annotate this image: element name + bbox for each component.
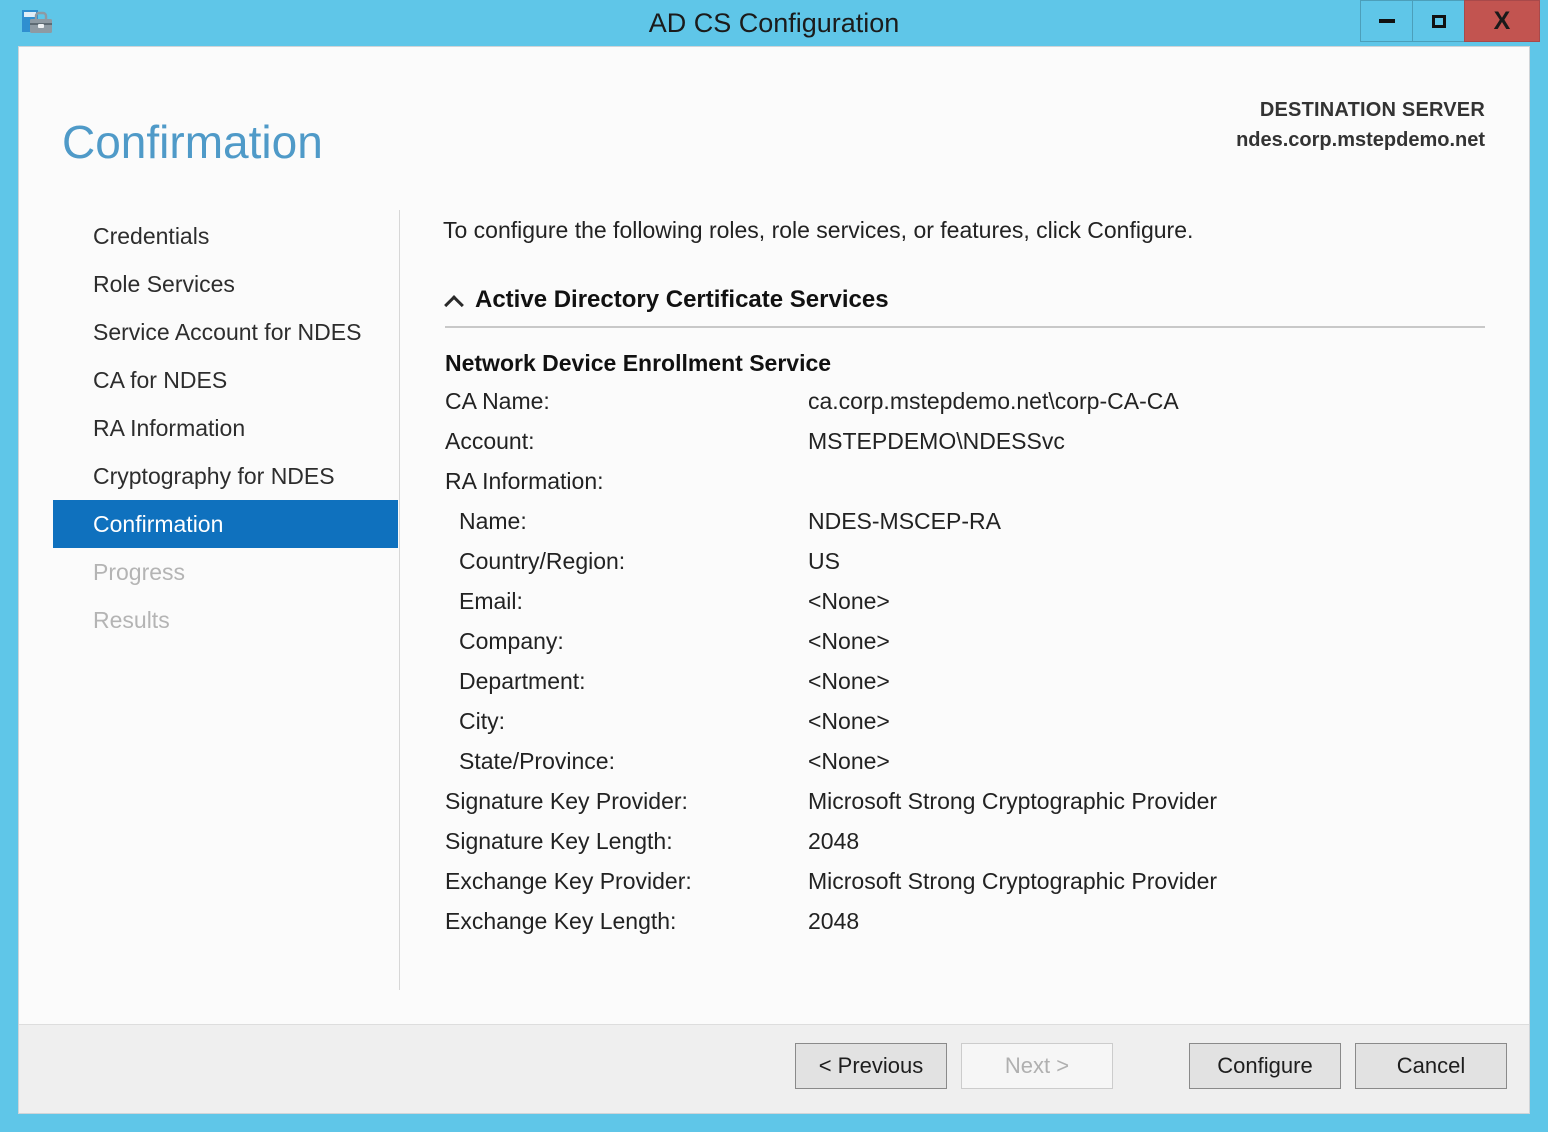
table-row: CA Name: ca.corp.mstepdemo.net\corp-CA-C… [445, 381, 1217, 421]
row-label: City: [445, 701, 808, 741]
table-row: RA Information: [445, 461, 1217, 501]
minimize-icon [1379, 19, 1395, 23]
section-title: Active Directory Certificate Services [475, 286, 889, 314]
configure-button[interactable]: Configure [1189, 1043, 1341, 1089]
footer-button-row: < Previous Next > Configure Cancel [795, 1043, 1507, 1089]
sidebar-item-service-account-for-ndes[interactable]: Service Account for NDES [19, 308, 400, 356]
page-title: Confirmation [62, 115, 323, 169]
sidebar-item-results: Results [19, 596, 400, 644]
cancel-button[interactable]: Cancel [1355, 1043, 1507, 1089]
row-value [808, 461, 1217, 501]
maximize-icon [1432, 15, 1446, 28]
sidebar-item-ra-information[interactable]: RA Information [19, 404, 400, 452]
table-row: Account: MSTEPDEMO\NDESSvc [445, 421, 1217, 461]
row-value: <None> [808, 661, 1217, 701]
row-value: ca.corp.mstepdemo.net\corp-CA-CA [808, 381, 1217, 421]
table-row: Company: <None> [445, 621, 1217, 661]
table-row: Signature Key Length: 2048 [445, 821, 1217, 861]
destination-server-label: DESTINATION SERVER [1236, 95, 1485, 125]
table-row: State/Province: <None> [445, 741, 1217, 781]
row-value: MSTEPDEMO\NDESSvc [808, 421, 1217, 461]
wizard-footer: < Previous Next > Configure Cancel [19, 1024, 1529, 1113]
wizard-panel: Confirmation DESTINATION SERVER ndes.cor… [18, 46, 1530, 1114]
row-label: Email: [445, 581, 808, 621]
row-value: US [808, 541, 1217, 581]
window-controls: X [1361, 0, 1540, 44]
section-header-active-directory-certificate-services[interactable]: Active Directory Certificate Services [443, 286, 1503, 314]
table-row: Email: <None> [445, 581, 1217, 621]
minimize-button[interactable] [1360, 0, 1413, 42]
row-label: Department: [445, 661, 808, 701]
row-label: Account: [445, 421, 808, 461]
row-label: Exchange Key Provider: [445, 861, 808, 901]
wizard-step-nav: Credentials Role Services Service Accoun… [19, 212, 400, 644]
row-value: <None> [808, 741, 1217, 781]
window-title: AD CS Configuration [0, 0, 1548, 46]
row-label: Name: [445, 501, 808, 541]
row-label: Signature Key Length: [445, 821, 808, 861]
table-row: Exchange Key Provider: Microsoft Strong … [445, 861, 1217, 901]
row-value: Microsoft Strong Cryptographic Provider [808, 781, 1217, 821]
sidebar-item-cryptography-for-ndes[interactable]: Cryptography for NDES [19, 452, 400, 500]
row-label: CA Name: [445, 381, 808, 421]
next-button: Next > [961, 1043, 1113, 1089]
section-divider [445, 326, 1485, 328]
row-label: State/Province: [445, 741, 808, 781]
content-area: To configure the following roles, role s… [443, 217, 1503, 941]
table-row: Department: <None> [445, 661, 1217, 701]
close-button[interactable]: X [1464, 0, 1540, 42]
table-row: City: <None> [445, 701, 1217, 741]
row-value: 2048 [808, 821, 1217, 861]
previous-button[interactable]: < Previous [795, 1043, 947, 1089]
maximize-button[interactable] [1412, 0, 1465, 42]
table-row: Signature Key Provider: Microsoft Strong… [445, 781, 1217, 821]
intro-text: To configure the following roles, role s… [443, 217, 1503, 244]
sidebar-item-ca-for-ndes[interactable]: CA for NDES [19, 356, 400, 404]
row-value: Microsoft Strong Cryptographic Provider [808, 861, 1217, 901]
sidebar-divider [399, 210, 400, 990]
table-row: Country/Region: US [445, 541, 1217, 581]
row-label: Signature Key Provider: [445, 781, 808, 821]
row-value: <None> [808, 621, 1217, 661]
row-label: Country/Region: [445, 541, 808, 581]
destination-server-name: ndes.corp.mstepdemo.net [1236, 125, 1485, 155]
row-value: <None> [808, 581, 1217, 621]
row-label: RA Information: [445, 461, 808, 501]
adcs-configuration-window: AD CS Configuration X Confirmation DESTI… [0, 0, 1548, 1132]
sidebar-item-progress: Progress [19, 548, 400, 596]
title-bar: AD CS Configuration X [0, 0, 1548, 46]
sidebar-item-role-services[interactable]: Role Services [19, 260, 400, 308]
row-value: NDES-MSCEP-RA [808, 501, 1217, 541]
destination-server-block: DESTINATION SERVER ndes.corp.mstepdemo.n… [1236, 95, 1485, 155]
row-label: Company: [445, 621, 808, 661]
row-label: Exchange Key Length: [445, 901, 808, 941]
sidebar-item-credentials[interactable]: Credentials [19, 212, 400, 260]
table-row: Exchange Key Length: 2048 [445, 901, 1217, 941]
close-icon: X [1494, 9, 1511, 34]
table-row: Name: NDES-MSCEP-RA [445, 501, 1217, 541]
row-value: 2048 [808, 901, 1217, 941]
row-value: <None> [808, 701, 1217, 741]
subsection-title: Network Device Enrollment Service [445, 350, 1503, 377]
sidebar-item-confirmation[interactable]: Confirmation [53, 500, 398, 548]
chevron-up-icon[interactable] [443, 287, 469, 313]
summary-table: CA Name: ca.corp.mstepdemo.net\corp-CA-C… [445, 381, 1217, 941]
